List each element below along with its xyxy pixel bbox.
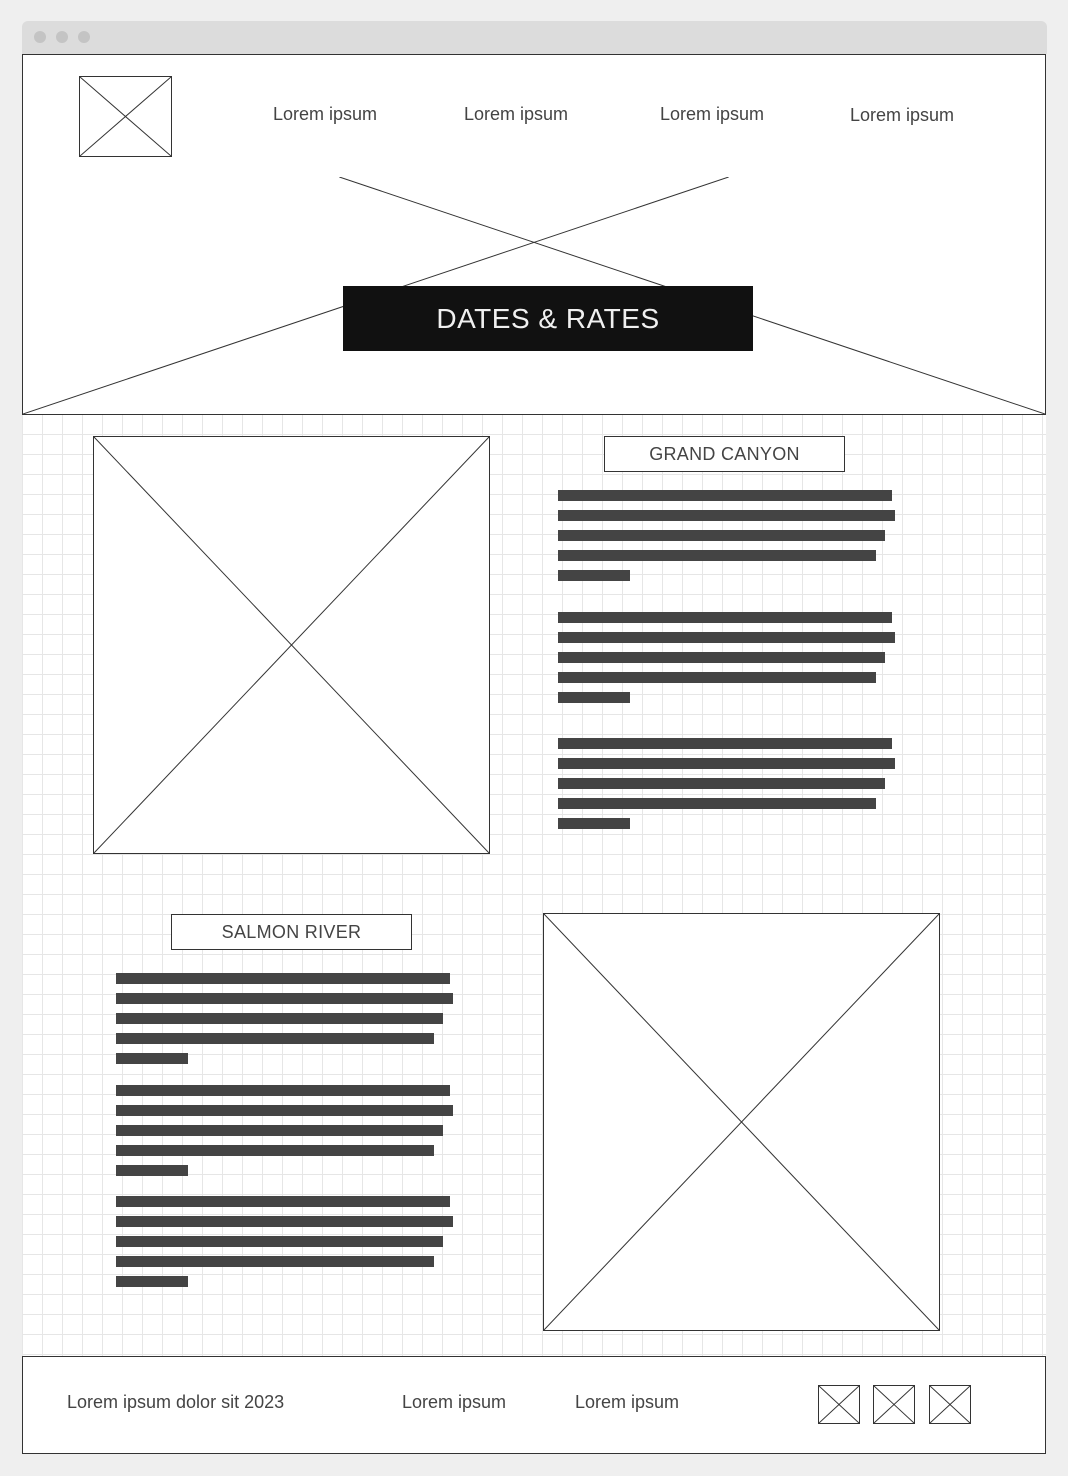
social-icon-1[interactable] — [818, 1385, 860, 1424]
salmon-river-image — [543, 913, 940, 1331]
text-line — [116, 1105, 453, 1116]
window-close-dot[interactable] — [34, 31, 46, 43]
nav-link-4[interactable]: Lorem ipsum — [850, 105, 954, 126]
hero-title-banner: DATES & RATES — [343, 286, 753, 351]
footer-link-2[interactable]: Lorem ipsum — [575, 1392, 679, 1413]
social-icon-3[interactable] — [929, 1385, 971, 1424]
text-line — [558, 778, 885, 789]
text-line — [116, 1165, 188, 1176]
text-line — [116, 1256, 434, 1267]
text-line — [558, 652, 885, 663]
text-line — [558, 550, 876, 561]
section-title-grand-canyon: GRAND CANYON — [604, 436, 845, 472]
text-line — [116, 1276, 188, 1287]
text-line — [116, 1033, 434, 1044]
text-line — [116, 993, 453, 1004]
footer-link-1[interactable]: Lorem ipsum — [402, 1392, 506, 1413]
text-line — [558, 692, 630, 703]
text-line — [558, 530, 885, 541]
window-maximize-dot[interactable] — [78, 31, 90, 43]
text-line — [558, 672, 876, 683]
text-line — [558, 632, 895, 643]
text-line — [558, 570, 630, 581]
text-line — [558, 798, 876, 809]
text-line — [116, 1236, 443, 1247]
text-line — [116, 1085, 450, 1096]
text-line — [116, 1196, 450, 1207]
window-minimize-dot[interactable] — [56, 31, 68, 43]
section-title-salmon-river: SALMON RIVER — [171, 914, 412, 950]
text-line — [558, 510, 895, 521]
text-line — [116, 1125, 443, 1136]
text-line — [116, 1053, 188, 1064]
footer-copyright: Lorem ipsum dolor sit 2023 — [67, 1392, 285, 1412]
social-icon-2[interactable] — [873, 1385, 915, 1424]
logo-placeholder-image[interactable] — [79, 76, 172, 157]
nav-link-3[interactable]: Lorem ipsum — [660, 104, 764, 125]
nav-link-2[interactable]: Lorem ipsum — [464, 104, 568, 125]
text-line — [558, 490, 892, 501]
text-line — [116, 1216, 453, 1227]
grand-canyon-image — [93, 436, 490, 854]
text-line — [116, 973, 450, 984]
text-line — [558, 818, 630, 829]
text-line — [558, 758, 895, 769]
nav-link-1[interactable]: Lorem ipsum — [273, 104, 377, 125]
text-line — [558, 612, 892, 623]
text-line — [116, 1013, 443, 1024]
text-line — [116, 1145, 434, 1156]
text-line — [558, 738, 892, 749]
window-titlebar — [22, 21, 1047, 54]
